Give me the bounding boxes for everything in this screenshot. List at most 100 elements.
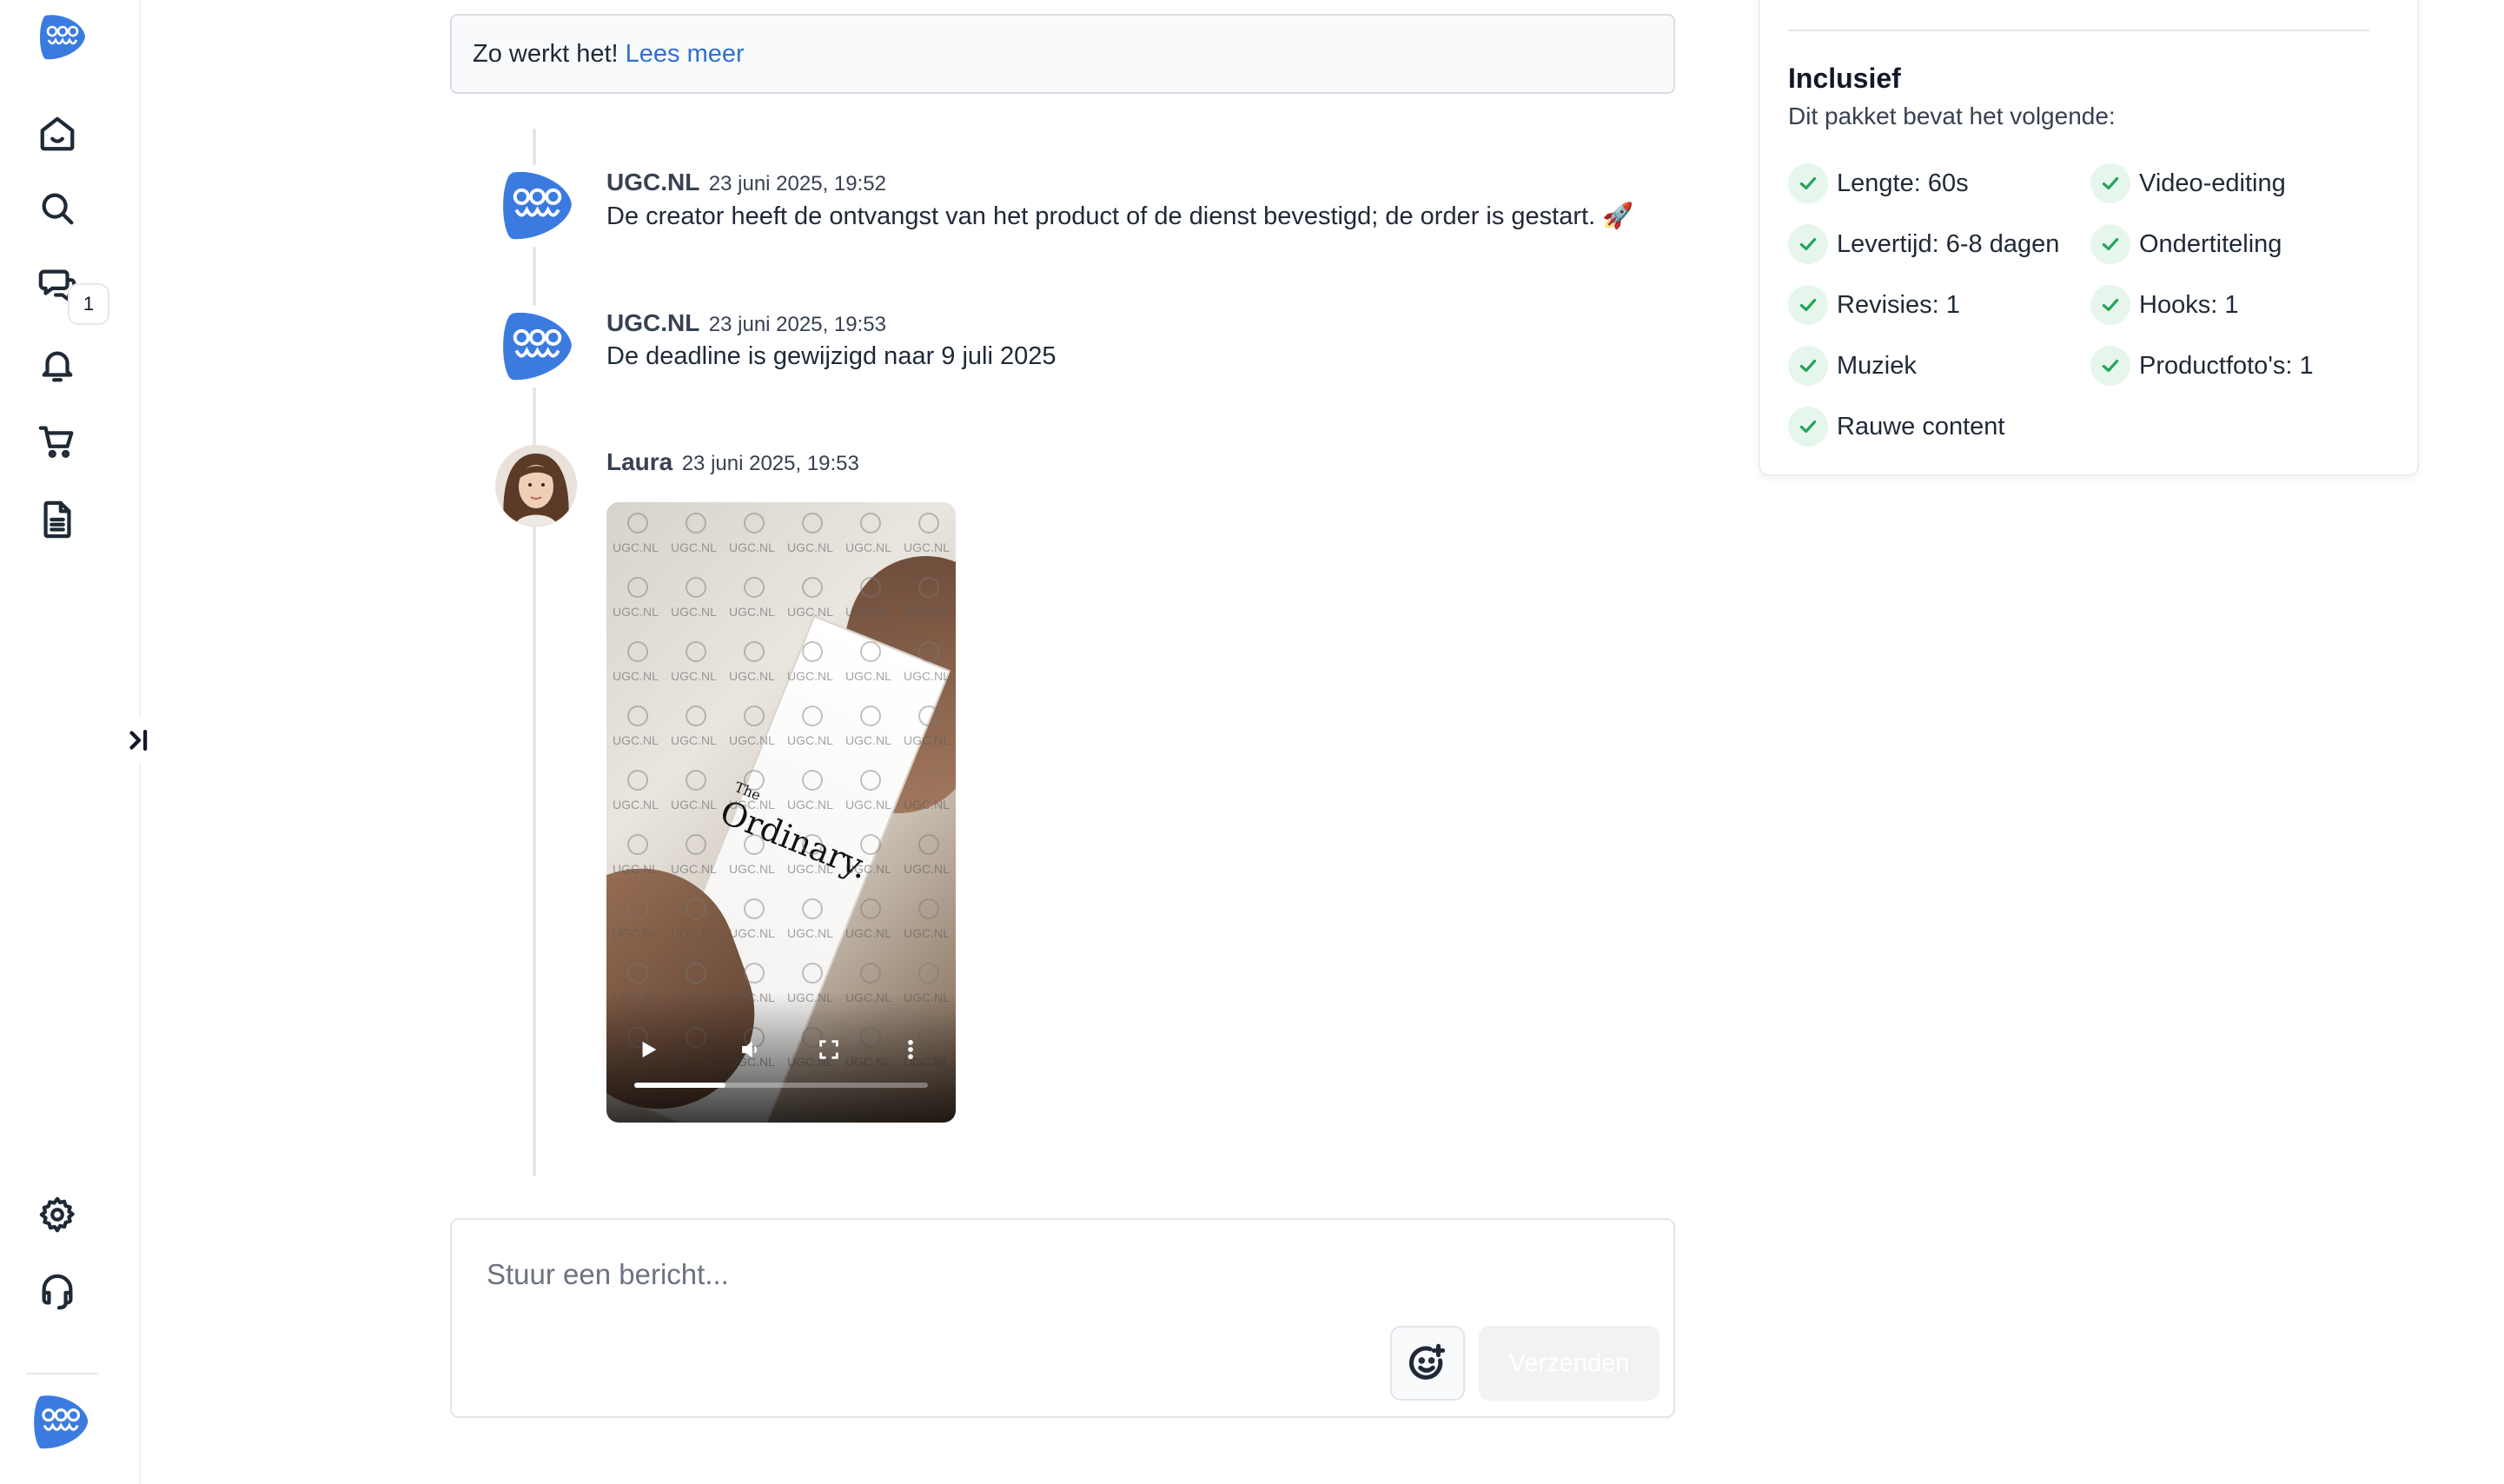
message-time: 23 juni 2025, 19:53 [708, 313, 886, 336]
fullscreen-button[interactable] [811, 1032, 846, 1067]
video-watermark: UGC.NL [781, 573, 839, 638]
video-watermark: UGC.NL [606, 573, 665, 638]
read-more-link[interactable]: Lees meer [626, 40, 745, 69]
message-input[interactable]: Stuur een bericht... [487, 1258, 729, 1291]
check-icon [1788, 163, 1828, 203]
video-watermark: UGC.NL [781, 831, 839, 895]
send-button[interactable]: Verzenden [1479, 1326, 1659, 1401]
video-watermark: UGC.NL [898, 831, 956, 895]
package-subtitle: Dit pakket bevat het volgende: [1788, 103, 2116, 129]
video-watermark: UGC.NL [898, 702, 956, 766]
package-title: Inclusief [1788, 63, 1901, 94]
video-watermark: UGC.NL [606, 831, 665, 895]
cart-icon[interactable] [35, 419, 80, 464]
more-vertical-icon [908, 1039, 913, 1060]
app-root: 1 Zo werkt het! Lees meer UGC.NL 23 juni… [0, 0, 2504, 1484]
emoji-button[interactable] [1390, 1326, 1465, 1401]
video-watermark: UGC.NL [606, 766, 665, 831]
play-icon [642, 1041, 657, 1058]
search-icon[interactable] [35, 186, 80, 231]
check-icon [2090, 163, 2130, 203]
video-watermark: UGC.NL [898, 573, 956, 638]
check-icon [2090, 224, 2130, 264]
video-watermark: UGC.NL [665, 702, 723, 766]
expand-sidebar-button[interactable] [122, 718, 156, 763]
video-watermark: UGC.NL [665, 638, 723, 702]
ugc-avatar [495, 165, 577, 247]
volume-icon [742, 1041, 757, 1058]
video-watermark: UGC.NL [781, 638, 839, 702]
video-watermark: UGC.NL [898, 766, 956, 831]
package-feature: Hooks: 1 [2090, 285, 2238, 325]
video-watermark: UGC.NL [781, 895, 839, 959]
video-watermark: UGC.NL [898, 638, 956, 702]
video-watermark: UGC.NL [665, 509, 723, 573]
package-feature: Ondertiteling [2090, 224, 2282, 264]
check-icon [1788, 407, 1828, 447]
video-watermark: UGC.NL [665, 573, 723, 638]
how-it-works-banner: Zo werkt het! Lees meer [450, 14, 1675, 94]
check-icon [1788, 285, 1828, 325]
video-progress-bar[interactable] [634, 1083, 928, 1088]
package-feature: Lengte: 60s [1788, 163, 1969, 203]
message-composer: Stuur een bericht... Verzenden [450, 1218, 1675, 1418]
package-feature: Muziek [1788, 346, 1917, 386]
video-attachment[interactable]: The Ordinary. UGC.NL UGC.NL UGC.NL UGC.NL UG… [606, 502, 956, 1123]
video-watermark: UGC.NL [723, 702, 781, 766]
more-options-button[interactable] [893, 1032, 928, 1067]
check-icon [1788, 346, 1828, 386]
video-watermark: UGC.NL [781, 702, 839, 766]
video-watermark: UGC.NL [606, 702, 665, 766]
video-watermark: UGC.NL [723, 638, 781, 702]
gear-icon[interactable] [35, 1192, 80, 1237]
how-it-works-text: Zo werkt het! [473, 39, 619, 68]
package-feature: Rauwe content [1788, 407, 2004, 447]
check-icon [2090, 285, 2130, 325]
message-text: De creator heeft de ontvangst van het pr… [606, 202, 1634, 230]
sidebar-divider [26, 1373, 97, 1375]
headset-icon[interactable] [35, 1269, 80, 1314]
package-panel: Inclusief Dit pakket bevat het volgende:… [1759, 0, 2419, 476]
video-watermark: UGC.NL [839, 509, 898, 573]
ugc-logo-icon[interactable] [35, 10, 89, 64]
panel-divider [1788, 30, 2370, 31]
video-watermark: UGC.NL [606, 509, 665, 573]
package-feature: Levertijd: 6-8 dagen [1788, 224, 2059, 264]
emoji-add-icon [1409, 1343, 1446, 1380]
chat-unread-badge: 1 [68, 283, 109, 325]
sidebar: 1 [0, 0, 156, 1484]
video-watermark: UGC.NL [606, 895, 665, 959]
ugc-avatar [495, 306, 577, 388]
video-watermark: UGC.NL [898, 895, 956, 959]
play-button[interactable] [631, 1032, 666, 1067]
message-sender: UGC.NL [606, 309, 700, 336]
video-watermark: UGC.NL [723, 766, 781, 831]
bell-icon[interactable] [35, 342, 80, 388]
video-watermark: UGC.NL [781, 509, 839, 573]
video-watermark: UGC.NL [898, 509, 956, 573]
package-feature: Productfoto's: 1 [2090, 346, 2314, 386]
message-sender: UGC.NL [606, 169, 700, 195]
fullscreen-icon [819, 1040, 838, 1059]
volume-button[interactable] [733, 1032, 768, 1067]
message-text: De deadline is gewijzigd naar 9 juli 202… [606, 342, 1057, 370]
video-watermark: UGC.NL [723, 831, 781, 895]
video-watermark: UGC.NL [839, 638, 898, 702]
video-watermark: UGC.NL [839, 895, 898, 959]
home-icon[interactable] [35, 111, 80, 156]
video-watermark: UGC.NL [665, 895, 723, 959]
video-watermark: UGC.NL [723, 573, 781, 638]
account-avatar[interactable] [28, 1390, 92, 1454]
check-icon [2090, 346, 2130, 386]
video-watermark: UGC.NL [723, 509, 781, 573]
video-watermark: UGC.NL [839, 766, 898, 831]
video-watermark: UGC.NL [839, 573, 898, 638]
video-watermark: UGC.NL [606, 638, 665, 702]
package-feature: Video-editing [2090, 163, 2286, 203]
chevron-right-bar-icon [129, 729, 148, 752]
video-watermark: UGC.NL [839, 702, 898, 766]
message-time: 23 juni 2025, 19:52 [708, 172, 886, 195]
document-icon[interactable] [35, 497, 80, 542]
video-watermark: UGC.NL [665, 766, 723, 831]
message-time: 23 juni 2025, 19:53 [681, 452, 859, 475]
